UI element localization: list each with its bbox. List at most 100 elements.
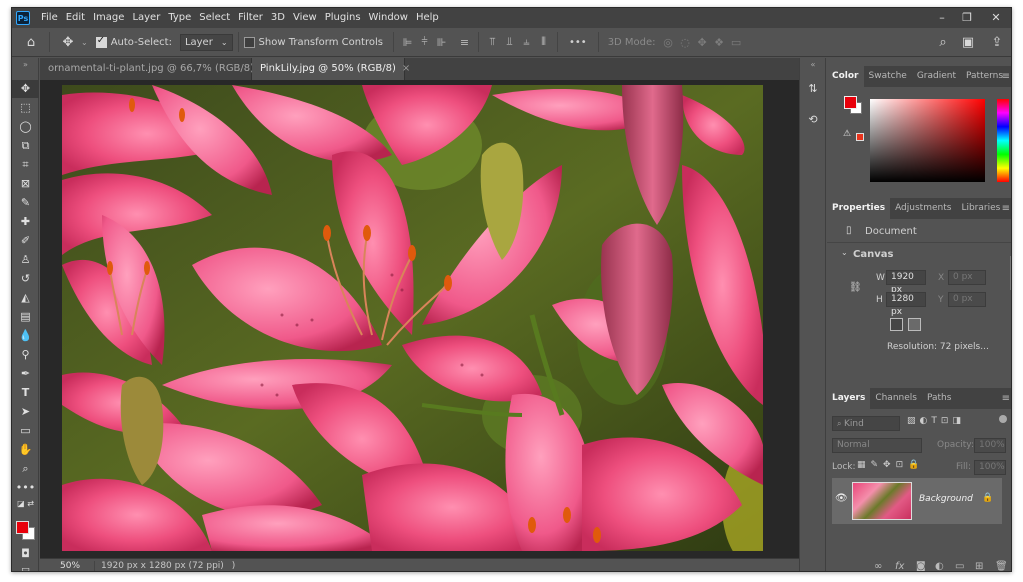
fill-field[interactable]: 100% <box>974 460 1006 475</box>
align-right-icon[interactable]: ⊪ <box>433 36 450 49</box>
add-mask-icon[interactable]: ◙ <box>916 561 926 571</box>
object-select-tool-icon[interactable]: ⧉ <box>12 137 39 155</box>
align-middle-icon[interactable]: ⫫ <box>501 35 518 49</box>
marquee-tool-icon[interactable]: ⬚ <box>12 99 39 117</box>
restore-icon[interactable]: ❐ <box>955 8 979 28</box>
tab-paths[interactable]: Paths <box>922 388 956 409</box>
landscape-orientation-icon[interactable] <box>908 318 921 331</box>
collapse-icon[interactable]: « <box>804 60 822 70</box>
status-menu-arrow[interactable]: ) <box>232 561 236 571</box>
height-field[interactable]: 1280 px <box>886 292 926 317</box>
gradient-tool-icon[interactable]: ▤ <box>12 308 39 326</box>
eye-icon[interactable]: 👁 <box>835 493 848 504</box>
link-icon[interactable]: ⛓ <box>849 282 862 293</box>
move-tool-icon[interactable]: ✥ <box>55 35 81 50</box>
panel-menu-icon[interactable]: ≡ <box>1002 66 1010 87</box>
link-layers-icon[interactable]: ∞ <box>874 561 882 571</box>
zoom-tool-icon[interactable]: ⌕ <box>12 460 39 478</box>
rectangle-tool-icon[interactable]: ▭ <box>12 422 39 440</box>
path-selection-tool-icon[interactable]: ➤ <box>12 403 39 421</box>
tab-ornamental-ti-plant[interactable]: ornamental-ti-plant.jpg @ 66,7% (RGB/8)× <box>40 58 268 80</box>
menu-filter[interactable]: Filter <box>234 8 267 28</box>
auto-select-option[interactable]: Auto-Select: <box>95 35 172 48</box>
scrollbar[interactable] <box>1010 256 1011 290</box>
canvas-area[interactable] <box>40 80 799 558</box>
align-left-icon[interactable]: ⊫ <box>399 36 416 49</box>
transform-controls-checkbox[interactable] <box>243 36 255 48</box>
collapse-icon[interactable]: » <box>12 60 39 70</box>
crop-tool-icon[interactable]: ⌗ <box>12 156 39 174</box>
tab-properties[interactable]: Properties <box>827 198 891 219</box>
chevron-down-icon[interactable]: ⌄ <box>81 38 88 47</box>
auto-select-target-dropdown[interactable]: Layer ⌄ <box>179 33 233 51</box>
type-tool-icon[interactable]: T <box>12 384 39 402</box>
default-colors-icon[interactable]: ◪ ⇄ <box>12 498 39 510</box>
filter-toggle-icon[interactable] <box>999 415 1007 423</box>
distribute-icon[interactable]: ≡ <box>456 36 473 49</box>
menu-help[interactable]: Help <box>412 8 443 28</box>
gamut-swatch[interactable] <box>856 133 864 141</box>
layer-name[interactable]: Background <box>919 494 973 504</box>
edit-toolbar-icon[interactable]: ••• <box>12 479 39 497</box>
pen-tool-icon[interactable]: ✒ <box>12 365 39 383</box>
menu-view[interactable]: View <box>289 8 321 28</box>
new-layer-icon[interactable]: ⊞ <box>975 561 983 571</box>
tab-layers[interactable]: Layers <box>827 388 871 409</box>
close-icon[interactable]: ✕ <box>984 8 1008 28</box>
layer-filter-icons[interactable]: ▨◐T⊡◨ <box>907 416 965 426</box>
trash-icon[interactable]: 🗑 <box>995 561 1008 571</box>
frame-tool-icon[interactable]: ⊠ <box>12 175 39 193</box>
tab-adjustments[interactable]: Adjustments <box>890 198 956 219</box>
auto-select-checkbox[interactable] <box>95 35 107 48</box>
tab-libraries[interactable]: Libraries <box>956 198 1005 219</box>
eraser-tool-icon[interactable]: ◭ <box>12 289 39 307</box>
menu-plugins[interactable]: Plugins <box>321 8 365 28</box>
group-icon[interactable]: ▭ <box>955 561 964 571</box>
lasso-tool-icon[interactable]: ◯ <box>12 118 39 136</box>
screen-mode-icon[interactable]: ▭ <box>12 561 39 571</box>
y-field[interactable]: 0 px <box>948 292 986 307</box>
eyedropper-tool-icon[interactable]: ✎ <box>12 194 39 212</box>
chevron-down-icon[interactable]: ⌄ <box>841 248 848 257</box>
portrait-orientation-icon[interactable] <box>890 318 903 331</box>
opacity-field[interactable]: 100% <box>974 438 1006 453</box>
tab-swatches[interactable]: Swatche <box>864 66 912 87</box>
clone-stamp-tool-icon[interactable]: ♙ <box>12 251 39 269</box>
minimize-icon[interactable]: – <box>930 8 954 28</box>
more-options-button[interactable]: ••• <box>569 37 587 48</box>
x-field[interactable]: 0 px <box>948 270 986 285</box>
lock-icons[interactable]: ▦✎✥⊡🔒 <box>857 460 924 470</box>
align-bottom-icon[interactable]: ⫨ <box>518 35 535 49</box>
align-top-icon[interactable]: ⫪ <box>484 35 501 49</box>
layer-row-background[interactable]: 👁 Background 🔒 <box>832 478 1002 524</box>
close-tab-icon[interactable]: × <box>402 63 410 74</box>
tab-gradients[interactable]: Gradient <box>912 66 961 87</box>
home-icon[interactable]: ⌂ <box>18 35 44 50</box>
hue-slider[interactable] <box>997 99 1009 182</box>
menu-select[interactable]: Select <box>195 8 234 28</box>
hand-tool-icon[interactable]: ✋ <box>12 441 39 459</box>
document-image[interactable] <box>62 85 763 551</box>
move-tool-icon[interactable]: ✥ <box>12 80 39 98</box>
workspace-icon[interactable]: ▣ <box>955 35 981 50</box>
actions-panel-icon[interactable]: ⟲ <box>804 111 822 129</box>
align-center-icon[interactable]: ⫩ <box>416 35 433 49</box>
tab-channels[interactable]: Channels <box>870 388 922 409</box>
width-field[interactable]: 1920 px <box>886 270 926 295</box>
menu-layer[interactable]: Layer <box>128 8 164 28</box>
gamut-warning-icon[interactable]: ⚠ <box>843 129 851 139</box>
zoom-level[interactable]: 50% <box>60 561 80 571</box>
foreground-color-swatch[interactable] <box>16 521 29 534</box>
foreground-color-swatch[interactable] <box>844 96 857 109</box>
adjustment-layer-icon[interactable]: ◐ <box>935 561 944 571</box>
lock-icon[interactable]: 🔒 <box>982 493 993 503</box>
search-icon[interactable]: ⌕ <box>930 35 956 50</box>
healing-brush-tool-icon[interactable]: ✚ <box>12 213 39 231</box>
brush-tool-icon[interactable]: ✐ <box>12 232 39 250</box>
menu-type[interactable]: Type <box>164 8 195 28</box>
history-panel-icon[interactable]: ⇅ <box>804 80 822 98</box>
fx-icon[interactable]: fx <box>895 561 904 571</box>
menu-window[interactable]: Window <box>365 8 412 28</box>
menu-file[interactable]: File <box>37 8 62 28</box>
menu-edit[interactable]: Edit <box>62 8 89 28</box>
